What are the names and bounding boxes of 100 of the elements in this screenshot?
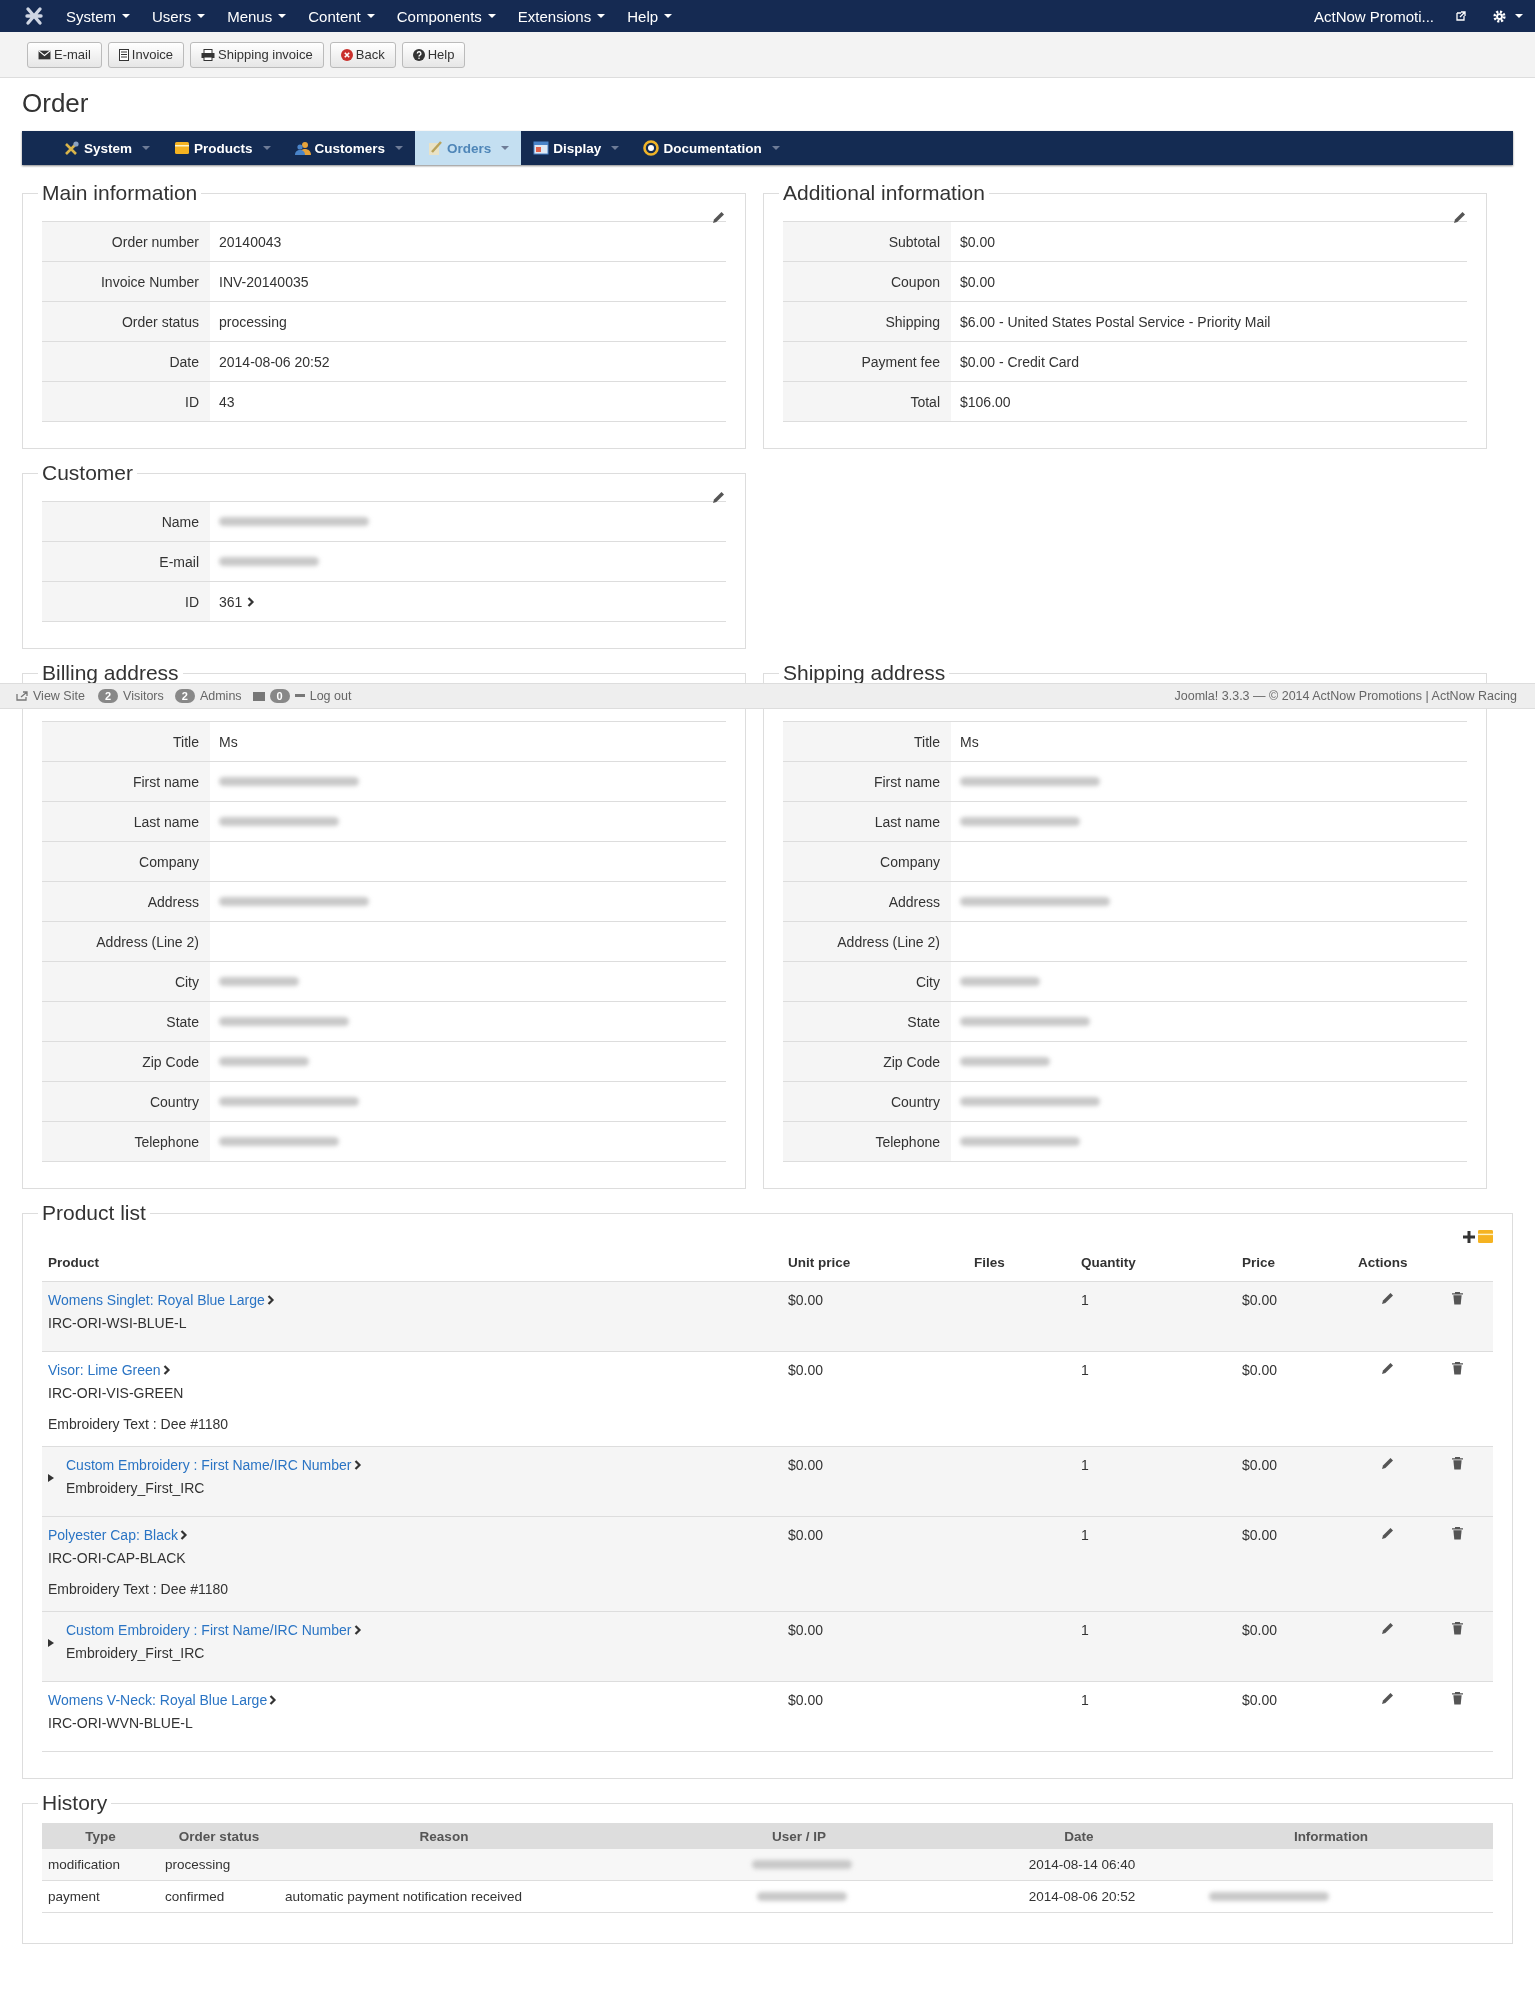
column-header: Price <box>1241 1254 1277 1270</box>
field-label: Address <box>42 882 210 921</box>
panel-title: Customer <box>41 461 135 485</box>
edit-icon[interactable] <box>1380 1457 1394 1471</box>
logo-icon[interactable] <box>24 6 44 26</box>
quantity: 1 <box>1080 1527 1090 1545</box>
product-link[interactable]: Custom Embroidery : First Name/IRC Number <box>66 1622 352 1638</box>
field-label: State <box>42 1002 210 1041</box>
field-label: Shipping <box>783 302 951 341</box>
caret-icon <box>1515 14 1523 18</box>
menu-item[interactable]: Menus <box>227 7 287 25</box>
settings-icon[interactable] <box>1492 8 1507 24</box>
edit-icon[interactable] <box>1380 1527 1394 1541</box>
field-label: Name <box>42 502 210 541</box>
edit-icon[interactable] <box>711 491 725 505</box>
field-value: $0.00 <box>959 232 997 252</box>
menu-item[interactable]: Content <box>308 7 375 25</box>
field-value: INV-20140035 <box>218 272 310 292</box>
people-icon <box>294 140 311 156</box>
field-label: ID <box>42 582 210 621</box>
chevron-icon[interactable] <box>162 1365 171 1375</box>
delete-icon[interactable] <box>1452 1457 1463 1470</box>
chevron-icon[interactable] <box>247 596 256 607</box>
field-value: 361 <box>219 593 243 610</box>
column-header: Quantity <box>1080 1254 1137 1270</box>
product-link[interactable]: Visor: Lime Green <box>48 1362 161 1378</box>
toolbar-button[interactable]: Invoice <box>107 41 185 68</box>
chevron-icon[interactable] <box>266 1295 275 1305</box>
unit-price: $0.00 <box>787 1622 825 1640</box>
site-link[interactable]: ActNow Promoti... <box>1313 7 1434 25</box>
product-link[interactable]: Polyester Cap: Black <box>48 1527 178 1543</box>
field-value: $0.00 - Credit Card <box>959 352 1081 372</box>
column-header: Order status <box>177 1828 261 1844</box>
product-sku: IRC-ORI-VIS-GREEN <box>48 1385 185 1401</box>
chevron-icon[interactable] <box>353 1625 362 1635</box>
edit-icon[interactable] <box>1452 211 1466 225</box>
price: $0.00 <box>1241 1292 1279 1310</box>
toolbar-button[interactable]: Back <box>329 41 396 68</box>
logout-link[interactable]: Log out <box>309 689 352 703</box>
expand-icon[interactable] <box>48 1639 54 1647</box>
view-site-link[interactable]: View Site <box>33 689 85 703</box>
field-label: Coupon <box>783 262 951 301</box>
plus-icon[interactable] <box>1463 1230 1475 1243</box>
delete-icon[interactable] <box>1452 1692 1463 1705</box>
column-header: Date <box>1063 1828 1095 1844</box>
component-menu-item[interactable]: Documentation <box>631 131 792 165</box>
field-value: Ms <box>219 733 238 750</box>
component-menu-item[interactable]: Products <box>162 131 283 165</box>
component-menu-item[interactable]: Customers <box>282 131 416 165</box>
toolbar-button[interactable]: Shipping invoice <box>190 41 324 68</box>
field-value: Ms <box>960 733 979 750</box>
panel-title: Billing address <box>41 661 180 685</box>
column-header: Reason <box>418 1828 470 1844</box>
field-label: Title <box>42 722 210 761</box>
edit-icon[interactable] <box>1380 1362 1394 1376</box>
edit-icon[interactable] <box>1380 1692 1394 1706</box>
component-menu-item[interactable]: Display <box>521 131 632 165</box>
field-label: City <box>42 962 210 1001</box>
panel-title: Additional information <box>782 181 986 205</box>
product-link[interactable]: Womens V-Neck: Royal Blue Large <box>48 1692 268 1708</box>
product-link[interactable]: Womens Singlet: Royal Blue Large <box>48 1292 265 1308</box>
table-cell: automatic payment notification received <box>285 1889 523 1904</box>
table-cell: 2014-08-14 06:40 <box>1028 1857 1136 1872</box>
price: $0.00 <box>1241 1457 1279 1475</box>
delete-icon[interactable] <box>1452 1292 1463 1305</box>
field-label: State <box>783 1002 951 1041</box>
product-sku: IRC-ORI-WSI-BLUE-L <box>48 1315 188 1331</box>
chevron-icon[interactable] <box>353 1460 362 1470</box>
expand-icon[interactable] <box>48 1474 54 1482</box>
chevron-icon[interactable] <box>269 1695 278 1705</box>
menu-item[interactable]: Users <box>152 7 206 25</box>
field-label: Company <box>783 842 951 881</box>
menu-item[interactable]: System <box>66 7 130 25</box>
menu-item[interactable]: Extensions <box>517 7 606 25</box>
edit-icon[interactable] <box>1380 1292 1394 1306</box>
chevron-icon[interactable] <box>179 1530 188 1540</box>
toolbar-button[interactable]: Help <box>401 41 466 68</box>
edit-icon[interactable] <box>1380 1622 1394 1636</box>
table-cell: payment <box>48 1889 100 1904</box>
price: $0.00 <box>1241 1527 1279 1545</box>
menu-item[interactable]: Help <box>627 7 673 25</box>
delete-icon[interactable] <box>1452 1622 1463 1635</box>
product-link[interactable]: Custom Embroidery : First Name/IRC Number <box>66 1457 352 1473</box>
field-label: Date <box>42 342 210 381</box>
field-label: Telephone <box>42 1122 210 1161</box>
quantity: 1 <box>1080 1692 1090 1710</box>
menu-item[interactable]: Components <box>396 7 496 25</box>
component-menu-item[interactable]: System <box>52 131 163 165</box>
field-label: First name <box>783 762 951 801</box>
delete-icon[interactable] <box>1452 1362 1463 1375</box>
field-label: Last name <box>783 802 951 841</box>
field-label: Total <box>783 382 951 421</box>
toolbar-button[interactable]: E-mail <box>27 41 102 68</box>
mail-icon[interactable] <box>252 691 265 701</box>
column-header: Files <box>973 1254 1006 1270</box>
field-label: E-mail <box>42 542 210 581</box>
panel-title: Main information <box>41 181 199 205</box>
edit-icon[interactable] <box>711 211 725 225</box>
visitors-label: Visitors <box>123 689 164 703</box>
delete-icon[interactable] <box>1452 1527 1463 1540</box>
